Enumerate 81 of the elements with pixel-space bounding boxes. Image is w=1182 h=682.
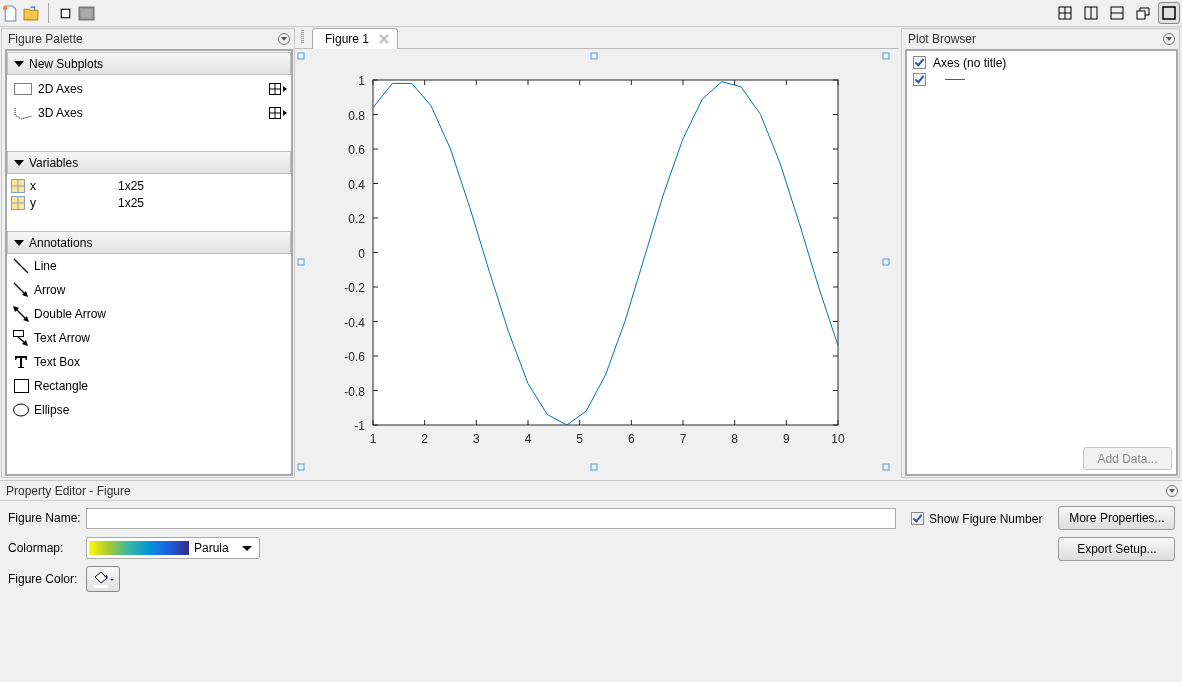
line-icon (12, 257, 30, 275)
selection-handle[interactable] (590, 52, 598, 60)
x-tick-label: 5 (576, 432, 583, 446)
section-header[interactable]: Variables (7, 151, 291, 174)
variable-size: 1x25 (118, 178, 145, 193)
field-label: Figure Color: (8, 572, 79, 586)
panel-title: Property Editor - Figure (6, 483, 131, 498)
section-header[interactable]: New Subplots (7, 52, 291, 75)
colormap-dropdown[interactable]: Parula (86, 537, 260, 559)
close-icon[interactable] (379, 34, 390, 44)
field-label: Colormap: (8, 541, 65, 555)
double-arrow-icon (12, 305, 30, 323)
y-tick-label: 0.2 (348, 212, 365, 226)
annotation-item[interactable]: Line (34, 259, 57, 273)
x-tick-label: 7 (679, 432, 687, 446)
panel-title: Plot Browser (908, 32, 977, 46)
annotation-item[interactable]: Text Box (34, 355, 81, 369)
axes-2d-icon (12, 81, 34, 97)
rectangle-icon (12, 377, 30, 395)
selection-handle[interactable] (882, 258, 890, 266)
x-tick-label: 3 (473, 432, 480, 446)
y-tick-label: -0.6 (344, 350, 365, 364)
field-label: Figure Name: (8, 511, 82, 525)
subplot-item[interactable]: 2D Axes (38, 82, 83, 96)
checkbox[interactable] (911, 512, 924, 525)
layout-single-button[interactable] (1158, 2, 1180, 24)
variable-size: 1x25 (118, 195, 145, 210)
drag-grip-icon[interactable] (301, 30, 304, 44)
color-picker-button[interactable] (86, 566, 120, 592)
grid-menu-icon[interactable] (268, 106, 288, 120)
text-arrow-icon (12, 329, 30, 347)
axes-3d-icon (12, 105, 34, 121)
annotation-item[interactable]: Rectangle (34, 379, 89, 393)
annotation-item[interactable]: Arrow (34, 283, 66, 297)
x-tick-label: 8 (731, 432, 738, 446)
property-button[interactable]: More Properties... (1058, 506, 1176, 530)
x-tick-label: 10 (831, 432, 845, 446)
arrow-icon (12, 281, 30, 299)
y-tick-label: -1 (354, 419, 365, 433)
y-tick-label: 1 (358, 74, 365, 88)
new-document-icon[interactable] (2, 4, 19, 22)
section-header[interactable]: Annotations (7, 231, 291, 254)
selection-handle[interactable] (297, 258, 305, 266)
y-tick-label: -0.2 (344, 281, 365, 295)
variable-icon (11, 195, 25, 210)
checkbox[interactable] (913, 56, 926, 69)
grid-menu-icon[interactable] (268, 82, 288, 96)
y-tick-label: 0.8 (348, 108, 365, 123)
subplot-item[interactable]: 3D Axes (38, 106, 83, 120)
y-tick-label: -0.4 (344, 315, 365, 330)
axes-item[interactable]: Axes (no title) (933, 55, 1007, 70)
variable-name[interactable]: x (30, 178, 118, 193)
selection-handle[interactable] (882, 52, 890, 60)
checkbox-label[interactable]: Show Figure Number (929, 512, 1043, 526)
panel-icon[interactable] (78, 4, 95, 22)
y-tick-label: -0.8 (344, 384, 365, 399)
checkbox[interactable] (913, 73, 926, 86)
selection-handle[interactable] (882, 463, 890, 471)
figure-tab[interactable]: Figure 1 (312, 28, 399, 49)
x-tick-label: 4 (524, 432, 532, 446)
ellipse-icon (12, 401, 30, 419)
annotation-item[interactable]: Double Arrow (34, 307, 107, 321)
property-button[interactable]: Export Setup... (1058, 537, 1176, 561)
folder-icon[interactable] (23, 4, 40, 22)
y-tick-label: 0 (358, 246, 365, 261)
variable-icon (11, 178, 25, 193)
selection-handle[interactable] (297, 52, 305, 60)
figure-name-field[interactable] (86, 507, 896, 529)
text-box-icon (12, 353, 30, 371)
y-tick-label: 0.4 (348, 177, 365, 192)
x-tick-label: 1 (369, 432, 377, 446)
annotation-item[interactable]: Text Arrow (34, 331, 90, 345)
y-tick-label: 0.6 (348, 143, 365, 157)
x-tick-label: 9 (783, 432, 790, 446)
annotation-item[interactable]: Ellipse (34, 403, 70, 417)
x-tick-label: 6 (628, 432, 635, 446)
x-tick-label: 2 (421, 432, 428, 446)
variable-name[interactable]: y (30, 195, 118, 210)
selection-handle[interactable] (297, 463, 305, 471)
panel-title: Figure Palette (8, 32, 83, 46)
selection-handle[interactable] (590, 463, 598, 471)
